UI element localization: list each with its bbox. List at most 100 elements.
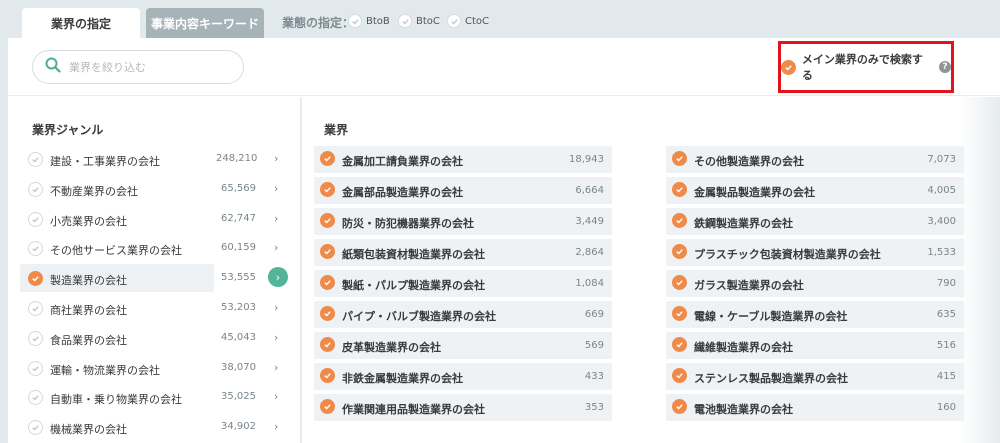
industry-item[interactable]: 作業関連用品製造業界の会社 353: [314, 394, 612, 421]
industry-item[interactable]: 繊維製造業界の会社 516: [666, 332, 964, 359]
sidebar-title: 業界ジャンル: [32, 123, 104, 137]
industry-item-count: 353: [584, 402, 604, 413]
industry-item[interactable]: ガラス製造業界の会社 790: [666, 270, 964, 297]
industry-item-label: 金属製品製造業界の会社: [694, 186, 815, 199]
main-industry-only-toggle[interactable]: メイン業界のみで検索する ?: [778, 41, 954, 93]
search-icon: [45, 57, 61, 77]
check-icon[interactable]: [672, 244, 687, 259]
check-icon[interactable]: [672, 399, 687, 414]
check-icon[interactable]: [672, 337, 687, 352]
industry-item-label: 非鉄金属製造業界の会社: [342, 372, 463, 385]
check-icon[interactable]: [320, 337, 335, 352]
check-icon[interactable]: [28, 181, 43, 197]
industry-item[interactable]: 製紙・パルプ製造業界の会社 1,084: [314, 270, 612, 297]
chevron-right-icon[interactable]: ›: [274, 331, 278, 344]
sidebar-item[interactable]: 食品業界の会社 45,043 ›: [20, 324, 296, 354]
chevron-right-icon[interactable]: ›: [274, 241, 278, 254]
industry-item[interactable]: プラスチック包装資材製造業界の会社 1,533: [666, 239, 964, 266]
chevron-right-icon[interactable]: ›: [274, 212, 278, 225]
industry-item[interactable]: パイプ・バルブ製造業界の会社 669: [314, 301, 612, 328]
sidebar-item[interactable]: 商社業界の会社 53,203 ›: [20, 294, 296, 324]
help-icon[interactable]: ?: [939, 61, 951, 73]
business-type-option-btob[interactable]: BtoB: [348, 14, 390, 28]
industry-item-count: 160: [936, 402, 956, 413]
check-icon[interactable]: [28, 360, 43, 376]
column-divider: [300, 97, 302, 443]
industry-item[interactable]: ステンレス製品製造業界の会社 415: [666, 363, 964, 390]
sidebar-item[interactable]: 製造業界の会社 53,555 ›: [20, 264, 296, 294]
industry-item-label: 鉄鋼製造業界の会社: [694, 217, 793, 230]
business-type-option-btoc[interactable]: BtoC: [398, 14, 440, 28]
sidebar-item[interactable]: 自動車・乗り物業界の会社 35,025 ›: [20, 383, 296, 413]
industry-item[interactable]: その他製造業界の会社 7,073: [666, 146, 964, 173]
check-icon[interactable]: [28, 241, 43, 257]
check-icon[interactable]: [672, 368, 687, 383]
search-row: メイン業界のみで検索する ?: [8, 38, 1000, 96]
check-icon: [781, 59, 796, 75]
check-icon[interactable]: [672, 275, 687, 290]
check-icon[interactable]: [320, 182, 335, 197]
check-icon[interactable]: [320, 306, 335, 321]
search-input[interactable]: [69, 60, 229, 74]
industry-item[interactable]: 紙類包装資材製造業界の会社 2,864: [314, 239, 612, 266]
sidebar-item[interactable]: 不動産業界の会社 65,569 ›: [20, 175, 296, 205]
industry-item-count: 3,400: [927, 216, 956, 227]
business-type-option-ctoc[interactable]: CtoC: [447, 14, 489, 28]
chevron-right-icon[interactable]: ›: [268, 267, 288, 288]
check-icon[interactable]: [28, 420, 43, 436]
sidebar-item[interactable]: 小売業界の会社 62,747 ›: [20, 205, 296, 235]
check-icon[interactable]: [672, 182, 687, 197]
sidebar-item[interactable]: その他サービス業界の会社 60,159 ›: [20, 234, 296, 264]
industry-item-label: ガラス製造業界の会社: [694, 279, 804, 292]
business-type-option-label: BtoB: [366, 15, 390, 27]
sidebar-item[interactable]: 機械業界の会社 34,902 ›: [20, 413, 296, 443]
check-icon[interactable]: [672, 151, 687, 166]
sidebar-item-count: 35,025: [221, 391, 256, 403]
check-icon: [398, 14, 412, 28]
industry-item[interactable]: 電池製造業界の会社 160: [666, 394, 964, 421]
sidebar-item[interactable]: 運輸・物流業界の会社 38,070 ›: [20, 354, 296, 384]
chevron-right-icon[interactable]: ›: [274, 301, 278, 314]
check-icon[interactable]: [320, 275, 335, 290]
check-icon[interactable]: [320, 399, 335, 414]
industry-item[interactable]: 金属部品製造業界の会社 6,664: [314, 177, 612, 204]
industry-item-count: 790: [936, 278, 956, 289]
sidebar-item-count: 65,569: [221, 182, 256, 194]
chevron-right-icon[interactable]: ›: [274, 152, 278, 165]
sidebar-item[interactable]: 建設・工事業界の会社 248,210 ›: [20, 145, 296, 175]
industry-item[interactable]: 電線・ケーブル製造業界の会社 635: [666, 301, 964, 328]
check-icon[interactable]: [672, 306, 687, 321]
check-icon[interactable]: [28, 330, 43, 346]
chevron-right-icon[interactable]: ›: [274, 182, 278, 195]
industry-item-count: 569: [584, 340, 604, 351]
check-icon[interactable]: [28, 300, 43, 316]
tab-business-keyword[interactable]: 事業内容キーワード: [146, 8, 264, 38]
check-icon[interactable]: [672, 213, 687, 228]
industry-item-label: 皮革製造業界の会社: [342, 341, 441, 354]
industry-item[interactable]: 金属製品製造業界の会社 4,005: [666, 177, 964, 204]
chevron-right-icon[interactable]: ›: [274, 420, 278, 433]
chevron-right-icon[interactable]: ›: [274, 390, 278, 403]
industry-item-count: 1,533: [927, 247, 956, 258]
industry-item[interactable]: 鉄鋼製造業界の会社 3,400: [666, 208, 964, 235]
check-icon[interactable]: [28, 152, 43, 167]
check-icon[interactable]: [320, 368, 335, 383]
business-type-option-label: BtoC: [416, 15, 440, 27]
tab-industry[interactable]: 業界の指定: [22, 8, 140, 38]
industry-item-count: 6,664: [575, 185, 604, 196]
search-box[interactable]: [32, 50, 244, 84]
industry-item[interactable]: 防災・防犯機器業界の会社 3,449: [314, 208, 612, 235]
check-icon[interactable]: [28, 390, 43, 406]
industry-item[interactable]: 非鉄金属製造業界の会社 433: [314, 363, 612, 390]
industry-item-count: 516: [936, 340, 956, 351]
check-icon[interactable]: [320, 213, 335, 228]
sidebar-item-label: 食品業界の会社: [50, 333, 127, 347]
industry-item-count: 3,449: [575, 216, 604, 227]
check-icon[interactable]: [320, 244, 335, 259]
industry-item[interactable]: 皮革製造業界の会社 569: [314, 332, 612, 359]
chevron-right-icon[interactable]: ›: [274, 361, 278, 374]
check-icon[interactable]: [320, 151, 335, 166]
sidebar-item-count: 53,203: [221, 301, 256, 313]
industry-item[interactable]: 金属加工請負業界の会社 18,943: [314, 146, 612, 173]
check-icon[interactable]: [28, 211, 43, 227]
